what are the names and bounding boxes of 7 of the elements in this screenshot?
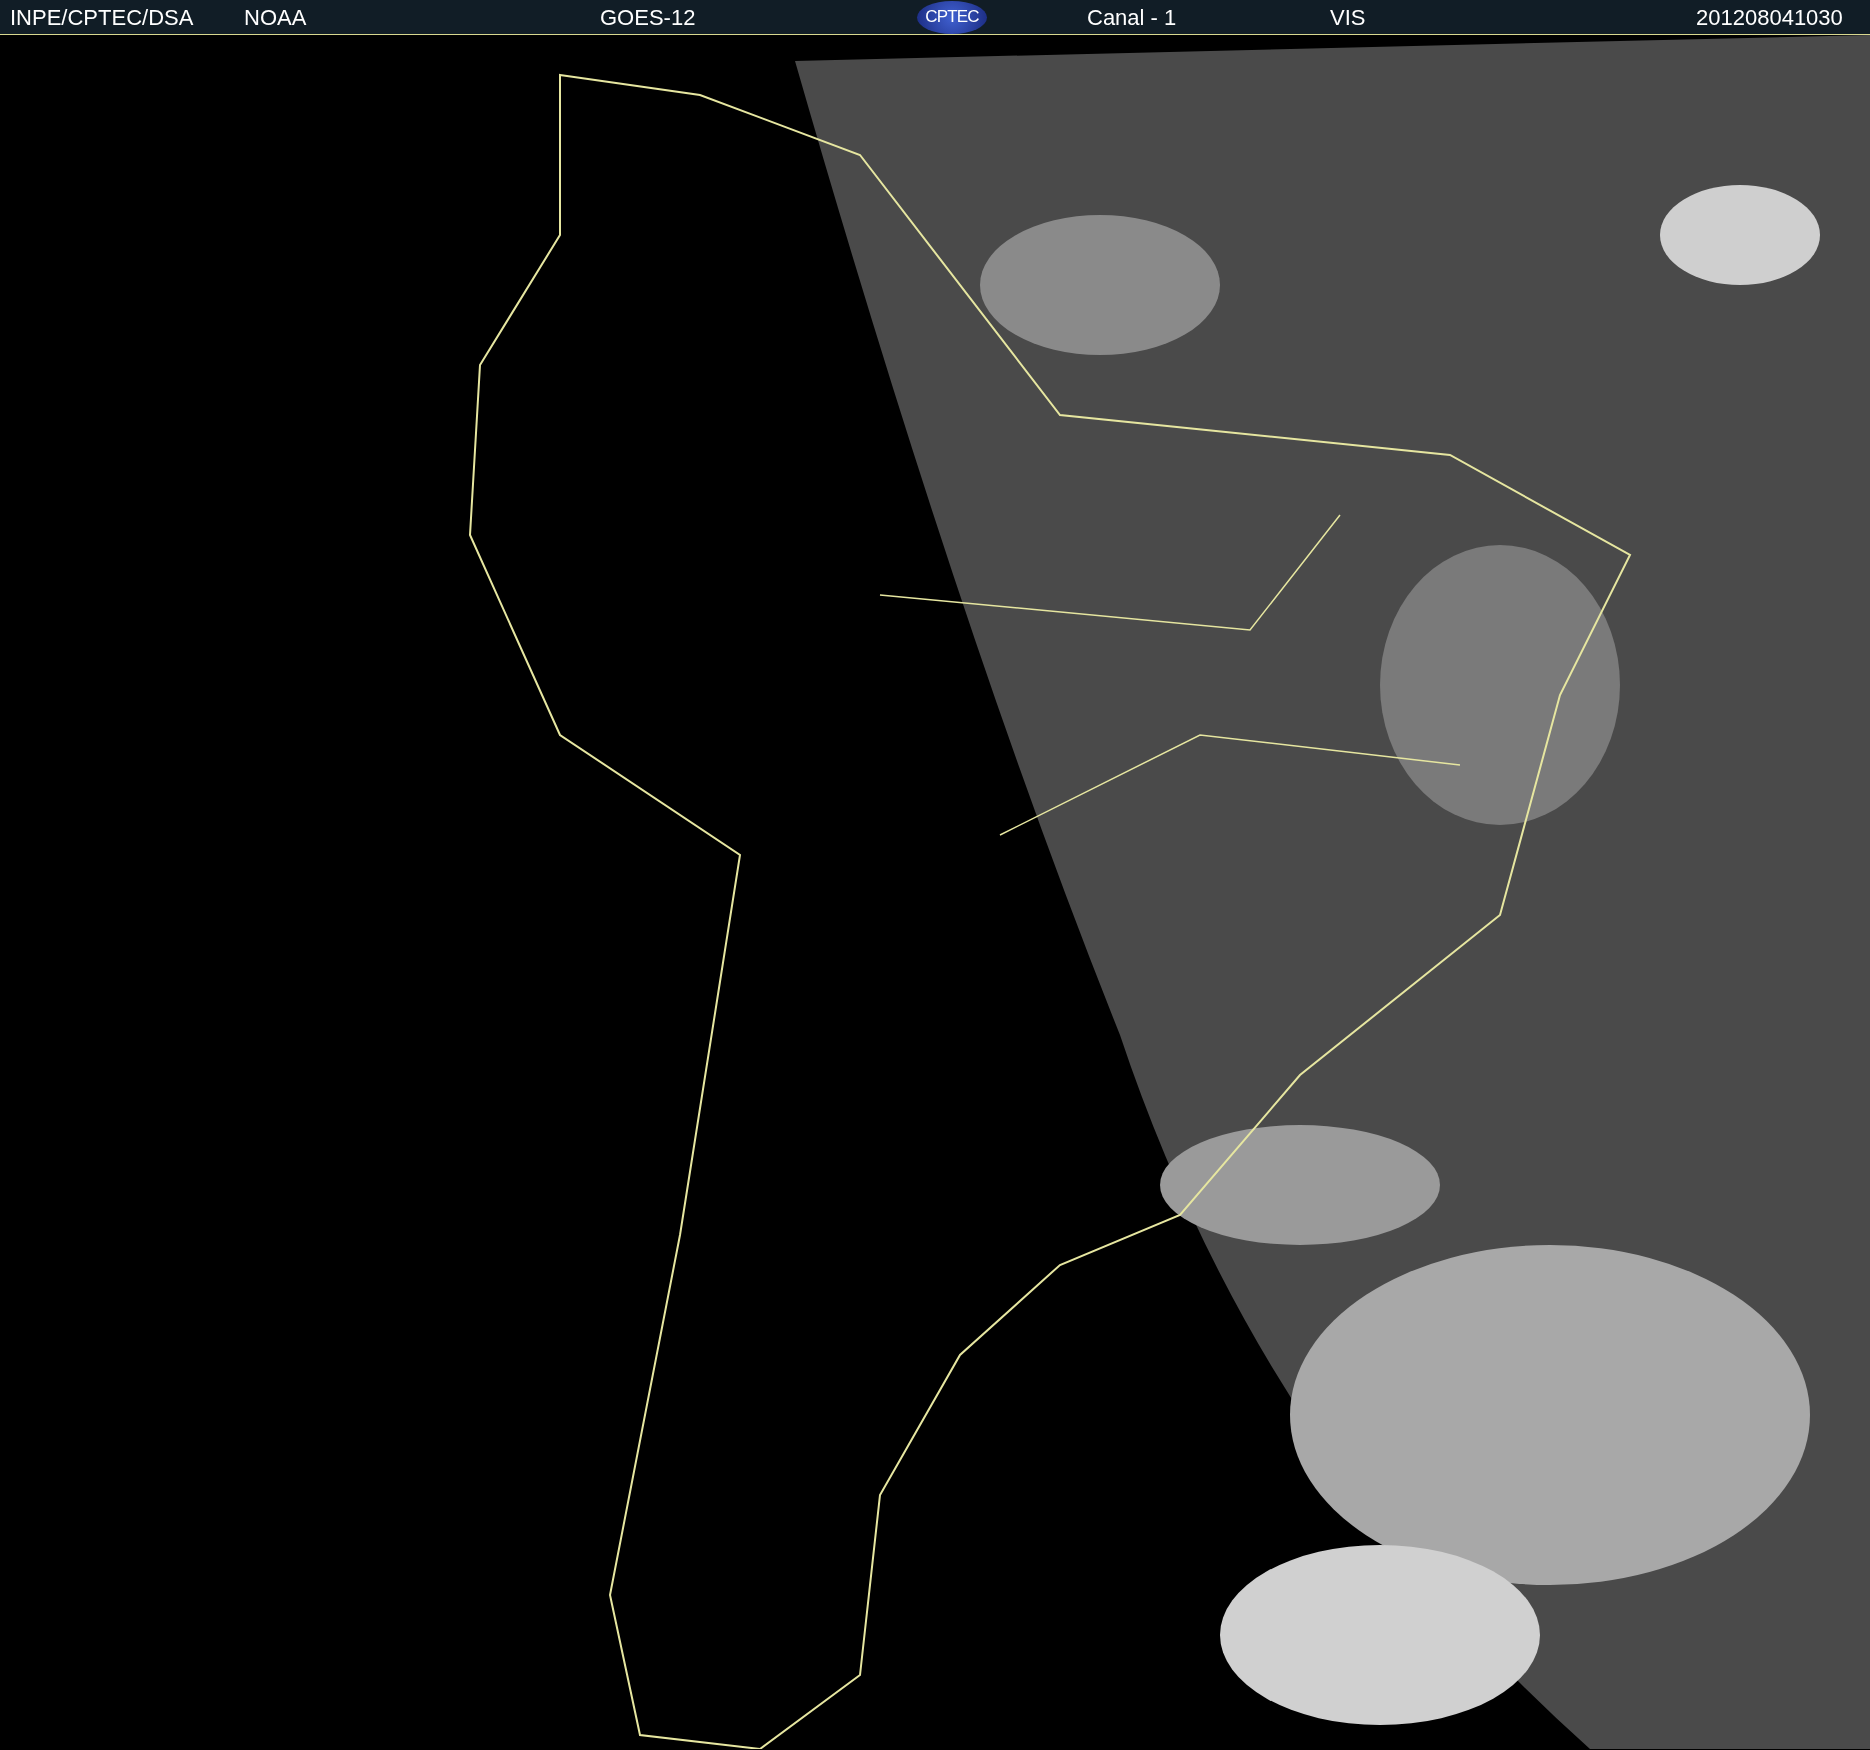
source-label: INPE/CPTEC/DSA xyxy=(10,3,195,32)
agency-label: NOAA xyxy=(244,3,308,32)
satellite-label: GOES-12 xyxy=(600,3,697,32)
timestamp-label: 201208041030 xyxy=(1696,3,1843,32)
channel-label: Canal - 1 xyxy=(1087,3,1178,32)
logo: CPTEC xyxy=(917,0,987,34)
band-label: VIS xyxy=(1330,3,1367,32)
